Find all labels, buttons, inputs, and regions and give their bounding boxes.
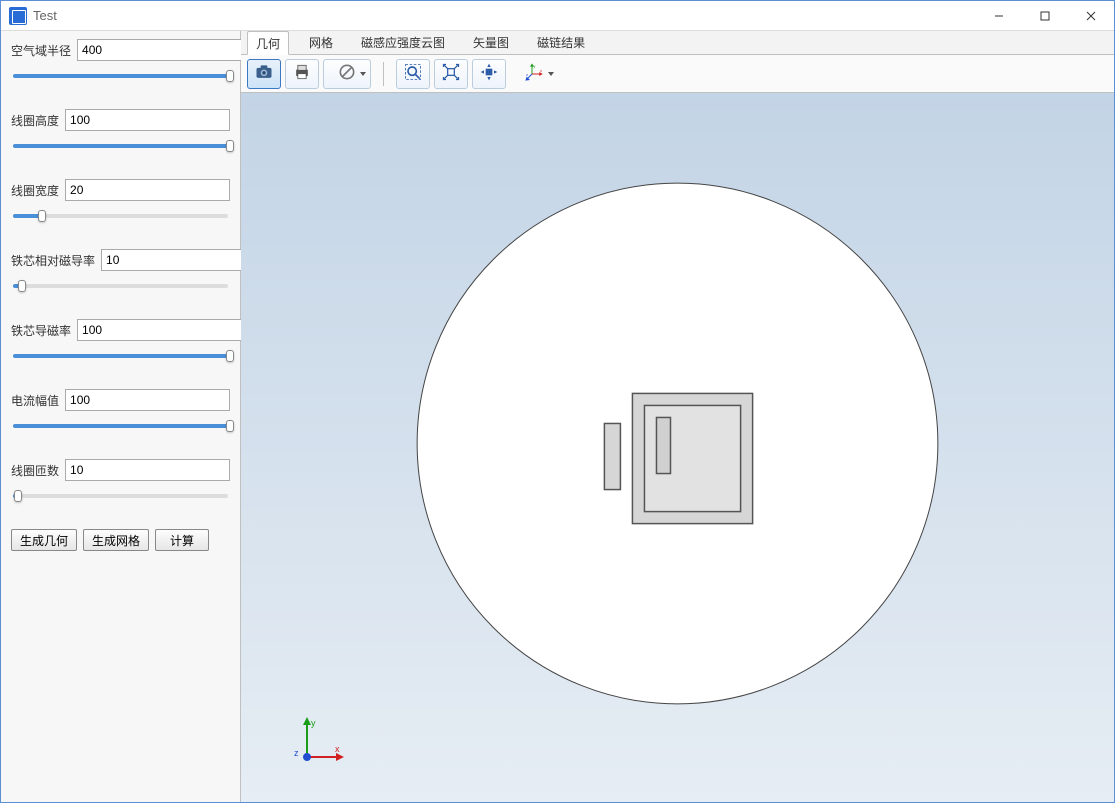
tab-label: 几何 bbox=[256, 35, 280, 52]
close-button[interactable] bbox=[1068, 1, 1114, 31]
print-button[interactable] bbox=[285, 59, 319, 89]
svg-text:y: y bbox=[533, 63, 535, 68]
fit-extents-button[interactable] bbox=[434, 59, 468, 89]
app-window: Test 空气域半径 线圈高度 bbox=[0, 0, 1115, 803]
param-coil-turns: 线圈匝数 bbox=[11, 459, 230, 505]
action-buttons: 生成几何 生成网格 计算 bbox=[11, 529, 230, 551]
tab-label: 磁感应强度云图 bbox=[361, 34, 445, 51]
forbidden-icon bbox=[337, 62, 357, 85]
param-slider-current-amp[interactable] bbox=[11, 417, 230, 435]
axis-z-label: z bbox=[294, 748, 299, 758]
param-coil-height: 线圈高度 bbox=[11, 109, 230, 155]
axis-triad: y x z bbox=[287, 712, 347, 772]
tab-geometry[interactable]: 几何 bbox=[247, 31, 289, 55]
param-slider-core-perm[interactable] bbox=[11, 347, 230, 365]
param-slider-air-radius[interactable] bbox=[11, 67, 230, 85]
zoom-box-button[interactable] bbox=[396, 59, 430, 89]
param-slider-coil-turns[interactable] bbox=[11, 487, 230, 505]
axis-y-label: y bbox=[311, 718, 316, 728]
svg-text:x: x bbox=[540, 68, 542, 73]
chevron-down-icon bbox=[360, 72, 366, 76]
minimize-button[interactable] bbox=[976, 1, 1022, 31]
param-label: 电流幅值 bbox=[11, 392, 59, 409]
reset-view-icon bbox=[479, 62, 499, 85]
tab-mesh[interactable]: 网格 bbox=[301, 31, 341, 54]
param-label: 线圈高度 bbox=[11, 112, 59, 129]
param-input-coil-width[interactable] bbox=[65, 179, 230, 201]
geometry-scene bbox=[241, 93, 1114, 802]
parameters-panel: 空气域半径 线圈高度 线圈宽度 bbox=[1, 31, 241, 802]
param-slider-coil-height[interactable] bbox=[11, 137, 230, 155]
chevron-down-icon bbox=[548, 72, 554, 76]
svg-text:z: z bbox=[526, 72, 528, 77]
app-icon bbox=[9, 7, 27, 25]
tab-fluxdensity[interactable]: 磁感应强度云图 bbox=[353, 31, 453, 54]
tab-fluxlinkage[interactable]: 磁链结果 bbox=[529, 31, 593, 54]
hide-dropdown[interactable] bbox=[323, 59, 371, 89]
screenshot-button[interactable] bbox=[247, 59, 281, 89]
reset-view-button[interactable] bbox=[472, 59, 506, 89]
main-area: 几何 网格 磁感应强度云图 矢量图 磁链结果 bbox=[241, 31, 1114, 802]
param-coil-width: 线圈宽度 bbox=[11, 179, 230, 225]
param-input-coil-height[interactable] bbox=[65, 109, 230, 131]
param-slider-core-rel-perm[interactable] bbox=[11, 277, 230, 295]
axis-icon: y x z bbox=[524, 62, 544, 85]
viewport-3d[interactable]: y x z bbox=[241, 93, 1114, 802]
print-icon bbox=[292, 62, 312, 85]
axis-view-dropdown[interactable]: y x z bbox=[510, 59, 558, 89]
camera-icon bbox=[254, 62, 274, 85]
maximize-button[interactable] bbox=[1022, 1, 1068, 31]
tabs-bar: 几何 网格 磁感应强度云图 矢量图 磁链结果 bbox=[241, 31, 1114, 55]
param-input-core-perm[interactable] bbox=[77, 319, 242, 341]
param-label: 铁芯导磁率 bbox=[11, 322, 71, 339]
titlebar: Test bbox=[1, 1, 1114, 31]
tab-vector[interactable]: 矢量图 bbox=[465, 31, 517, 54]
param-label: 空气域半径 bbox=[11, 42, 71, 59]
window-title: Test bbox=[33, 8, 57, 23]
param-core-perm: 铁芯导磁率 bbox=[11, 319, 230, 365]
fit-extents-icon bbox=[441, 62, 461, 85]
zoom-box-icon bbox=[403, 62, 423, 85]
viewport-toolbar: y x z bbox=[241, 55, 1114, 93]
tab-label: 磁链结果 bbox=[537, 34, 585, 51]
param-input-coil-turns[interactable] bbox=[65, 459, 230, 481]
param-slider-coil-width[interactable] bbox=[11, 207, 230, 225]
param-air-radius: 空气域半径 bbox=[11, 39, 230, 85]
tab-label: 网格 bbox=[309, 34, 333, 51]
generate-geometry-button[interactable]: 生成几何 bbox=[11, 529, 77, 551]
param-core-rel-perm: 铁芯相对磁导率 bbox=[11, 249, 230, 295]
axis-x-label: x bbox=[335, 744, 340, 754]
param-current-amp: 电流幅值 bbox=[11, 389, 230, 435]
tab-label: 矢量图 bbox=[473, 34, 509, 51]
compute-button[interactable]: 计算 bbox=[155, 529, 209, 551]
param-input-current-amp[interactable] bbox=[65, 389, 230, 411]
toolbar-separator bbox=[383, 62, 384, 86]
generate-mesh-button[interactable]: 生成网格 bbox=[83, 529, 149, 551]
param-label: 线圈匝数 bbox=[11, 462, 59, 479]
param-label: 线圈宽度 bbox=[11, 182, 59, 199]
param-input-air-radius[interactable] bbox=[77, 39, 242, 61]
param-label: 铁芯相对磁导率 bbox=[11, 252, 95, 269]
